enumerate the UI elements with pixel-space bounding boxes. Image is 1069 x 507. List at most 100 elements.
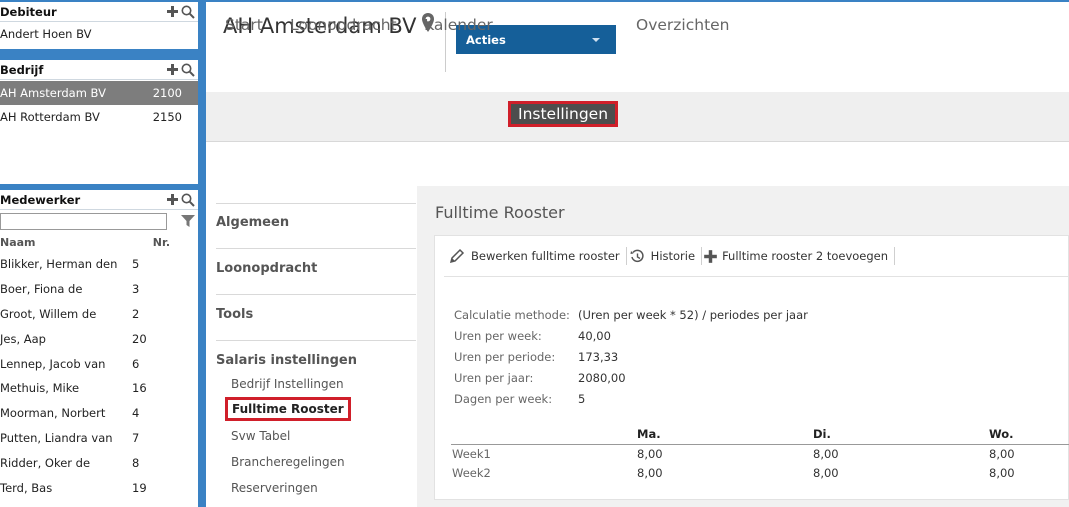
toolbar-divider-line [444, 276, 1069, 277]
add-icon[interactable] [167, 64, 178, 75]
history-icon [630, 249, 644, 262]
medewerker-name: Lennep, Jacob van [0, 356, 106, 371]
medewerker-row[interactable]: Moorman, Norbert 4 [0, 401, 198, 426]
debiteur-box: Debiteur Andert Hoen BV [0, 2, 198, 49]
tab-bar [206, 92, 1069, 142]
medewerker-filter-row [0, 210, 198, 232]
medewerker-filter-input[interactable] [0, 212, 167, 230]
menu-section-salaris-instellingen[interactable]: Salaris instellingen [216, 353, 416, 368]
medewerker-row[interactable]: Lennep, Jacob van 6 [0, 351, 198, 376]
toolbar-divider [894, 247, 896, 265]
menu-item-bedrijf-instellingen[interactable]: Bedrijf Instellingen [231, 377, 344, 391]
info-value: 173,33 [578, 350, 619, 364]
medewerker-nr: 20 [132, 331, 147, 346]
search-icon[interactable] [181, 193, 195, 207]
medewerker-name: Jes, Aap [0, 331, 46, 346]
medewerker-row[interactable]: Blikker, Herman den 5 [0, 252, 198, 277]
medewerker-column-header: Naam Nr. [0, 232, 198, 252]
add-icon[interactable] [167, 6, 178, 17]
menu-divider [216, 248, 416, 249]
medewerker-nr: 6 [132, 356, 140, 371]
bedrijf-name: AH Rotterdam BV [0, 110, 100, 124]
menu-section-loonopdracht[interactable]: Loonopdracht [216, 261, 416, 276]
medewerker-row[interactable]: Putten, Liandra van 7 [0, 426, 198, 451]
menu-divider [216, 203, 416, 204]
plus-icon [704, 249, 717, 263]
tab-start[interactable]: Start [225, 12, 263, 38]
medewerker-row[interactable]: Groot, Willem de 2 [0, 302, 198, 327]
bedrijf-box: Bedrijf AH Amsterdam BV 2100 AH Rotterda… [0, 60, 198, 184]
week-column-header: Wo. [989, 427, 1014, 441]
week-table-header-line [451, 444, 1069, 445]
tab-instellingen[interactable]: Instellingen [508, 101, 619, 127]
filter-icon[interactable] [181, 214, 195, 228]
tab-loonopdracht[interactable]: Loonopdracht [290, 12, 397, 38]
medewerker-nr: 19 [132, 480, 147, 495]
info-value: 5 [578, 392, 586, 406]
medewerker-name: Groot, Willem de [0, 306, 97, 321]
medewerker-nr: 5 [132, 257, 140, 272]
medewerker-header: Medewerker [0, 190, 198, 210]
debiteur-title: Debiteur [0, 4, 57, 19]
week-cell: 8,00 [813, 447, 839, 461]
medewerker-nr: 2 [132, 306, 140, 321]
menu-item-svw-tabel[interactable]: Svw Tabel [231, 429, 290, 443]
pencil-icon [449, 248, 465, 264]
bedrijf-name: AH Amsterdam BV [0, 86, 106, 100]
menu-item-brancheregelingen[interactable]: Brancheregelingen [231, 455, 345, 469]
column-nr[interactable]: Nr. [153, 236, 170, 249]
search-icon[interactable] [181, 63, 195, 77]
bedrijf-nr: 2150 [152, 110, 182, 124]
week-row-label: Week1 [452, 447, 491, 461]
edit-rooster-label: Bewerken fulltime rooster [471, 249, 620, 263]
info-value: (Uren per week * 52) / periodes per jaar [578, 308, 808, 322]
bedrijf-nr: 2100 [152, 86, 182, 100]
medewerker-nr: 7 [132, 430, 140, 445]
info-label: Uren per week: [454, 329, 542, 343]
bedrijf-header: Bedrijf [0, 60, 198, 80]
search-icon[interactable] [181, 5, 195, 19]
medewerker-name: Terd, Bas [0, 480, 53, 495]
tab-overzichten[interactable]: Overzichten [636, 12, 730, 38]
debiteur-item[interactable]: Andert Hoen BV [0, 22, 198, 46]
content-toolbar: Bewerken fulltime rooster Historie Fullt… [446, 246, 896, 266]
history-button[interactable]: Historie [627, 249, 701, 264]
medewerker-nr: 8 [132, 455, 140, 470]
medewerker-nr: 3 [132, 282, 140, 297]
week-cell: 8,00 [637, 447, 663, 461]
tab-kalender[interactable]: Kalender [424, 12, 493, 38]
left-panel: Debiteur Andert Hoen BV Bedrijf AH Amste… [0, 0, 206, 507]
week-row-label: Week2 [452, 466, 491, 480]
medewerker-row[interactable]: Boer, Fiona de 3 [0, 277, 198, 302]
chevron-down-icon [592, 37, 600, 42]
menu-section-algemeen[interactable]: Algemeen [216, 215, 416, 230]
info-value: 2080,00 [578, 371, 626, 385]
add-rooster-button[interactable]: Fulltime rooster 2 toevoegen [702, 249, 894, 263]
bedrijf-item[interactable]: AH Amsterdam BV 2100 [0, 81, 198, 105]
bedrijf-title: Bedrijf [0, 62, 44, 77]
medewerker-row[interactable]: Methuis, Mike 16 [0, 376, 198, 401]
medewerker-row[interactable]: Jes, Aap 20 [0, 326, 198, 351]
medewerker-name: Moorman, Norbert [0, 406, 106, 421]
column-name[interactable]: Naam [0, 236, 36, 249]
info-label: Uren per periode: [454, 350, 556, 364]
menu-item-fulltime-rooster[interactable]: Fulltime Rooster [225, 397, 351, 421]
edit-rooster-button[interactable]: Bewerken fulltime rooster [446, 248, 626, 264]
week-column-header: Ma. [637, 427, 661, 441]
medewerker-row[interactable]: Ridder, Oker de 8 [0, 450, 198, 475]
menu-item-reserveringen[interactable]: Reserveringen [231, 481, 318, 495]
medewerker-row[interactable]: Terd, Bas 19 [0, 475, 198, 500]
medewerker-title: Medewerker [0, 192, 81, 207]
menu-section-tools[interactable]: Tools [216, 307, 416, 322]
week-cell: 8,00 [637, 466, 663, 480]
add-icon[interactable] [167, 194, 178, 205]
medewerker-name: Blikker, Herman den [0, 257, 118, 272]
bedrijf-item[interactable]: AH Rotterdam BV 2150 [0, 105, 198, 129]
content-title: Fulltime Rooster [435, 203, 565, 222]
medewerker-name: Putten, Liandra van [0, 430, 113, 445]
week-cell: 8,00 [989, 447, 1015, 461]
week-column-header: Di. [813, 427, 831, 441]
week-cell: 8,00 [989, 466, 1015, 480]
menu-divider [216, 294, 416, 295]
medewerker-name: Boer, Fiona de [0, 282, 83, 297]
